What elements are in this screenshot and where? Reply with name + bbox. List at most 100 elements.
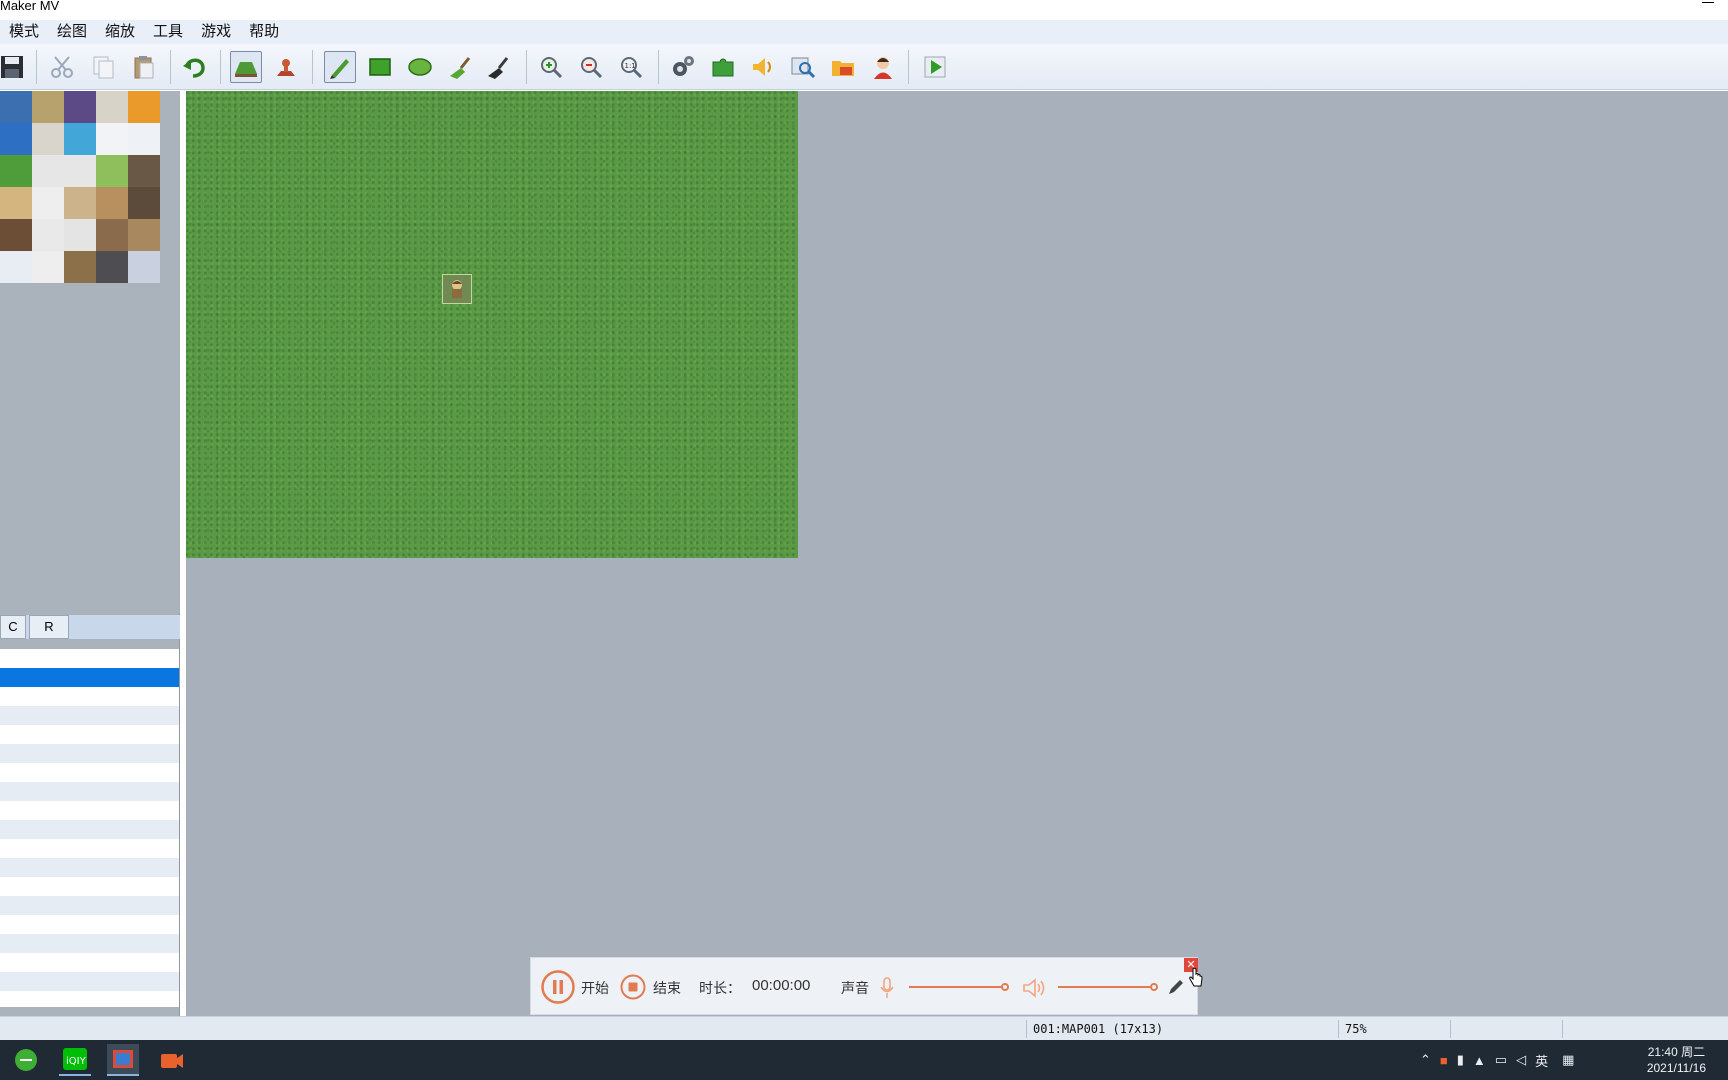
- speaker-volume-slider[interactable]: [1058, 983, 1158, 991]
- list-item[interactable]: [0, 782, 179, 801]
- slider-handle[interactable]: [1001, 983, 1009, 991]
- event-searcher-button[interactable]: [787, 51, 819, 83]
- tile[interactable]: [128, 91, 160, 123]
- database-button[interactable]: [667, 51, 699, 83]
- taskbar-app-iqiyi[interactable]: iQIY: [59, 1044, 91, 1076]
- list-item[interactable]: [0, 896, 179, 915]
- microphone-tray-icon[interactable]: ▮: [1457, 1052, 1464, 1068]
- tile[interactable]: [32, 251, 64, 283]
- tile[interactable]: [96, 187, 128, 219]
- flood-fill-button[interactable]: [444, 51, 476, 83]
- playtest-button[interactable]: [919, 51, 951, 83]
- tile[interactable]: [128, 219, 160, 251]
- copy-button[interactable]: [88, 51, 120, 83]
- minimize-button[interactable]: [1702, 2, 1714, 3]
- map-list[interactable]: [0, 649, 179, 1007]
- ellipse-button[interactable]: [404, 51, 436, 83]
- menu-game[interactable]: 游戏: [192, 20, 240, 44]
- clock[interactable]: 21:40 周二 2021/11/16: [1647, 1044, 1706, 1076]
- tile[interactable]: [96, 123, 128, 155]
- menu-tools[interactable]: 工具: [144, 20, 192, 44]
- ime-indicator[interactable]: 英: [1535, 1051, 1548, 1070]
- event-mode-button[interactable]: [270, 51, 302, 83]
- resource-manager-button[interactable]: [827, 51, 859, 83]
- list-item[interactable]: [0, 953, 179, 972]
- list-item[interactable]: [0, 744, 179, 763]
- keyboard-grid-icon[interactable]: ▦: [1562, 1052, 1574, 1068]
- tile[interactable]: [0, 187, 32, 219]
- list-item[interactable]: [0, 725, 179, 744]
- list-item[interactable]: [0, 877, 179, 896]
- tile[interactable]: [0, 91, 32, 123]
- shadow-pen-button[interactable]: [482, 51, 514, 83]
- taskbar-app-browser[interactable]: [10, 1044, 42, 1076]
- menu-help[interactable]: 帮助: [240, 20, 288, 44]
- tile[interactable]: [64, 155, 96, 187]
- list-item-selected[interactable]: [0, 668, 179, 687]
- list-item[interactable]: [0, 706, 179, 725]
- tile-palette[interactable]: [0, 91, 164, 283]
- tile[interactable]: [32, 155, 64, 187]
- zoom-out-button[interactable]: [575, 51, 607, 83]
- rectangle-button[interactable]: [364, 51, 396, 83]
- network-icon[interactable]: ▭: [1495, 1052, 1507, 1068]
- taskbar-app-rpg-maker[interactable]: [107, 1044, 139, 1076]
- tile[interactable]: [32, 187, 64, 219]
- menu-mode[interactable]: 模式: [0, 20, 48, 44]
- tile[interactable]: [32, 219, 64, 251]
- tile[interactable]: [0, 123, 32, 155]
- paste-button[interactable]: [128, 51, 160, 83]
- menu-draw[interactable]: 绘图: [48, 20, 96, 44]
- map-canvas[interactable]: [186, 91, 1728, 1016]
- tile[interactable]: [96, 155, 128, 187]
- tile[interactable]: [64, 251, 96, 283]
- list-item[interactable]: [0, 934, 179, 953]
- tile[interactable]: [64, 219, 96, 251]
- map-area[interactable]: [186, 91, 798, 558]
- tab-c[interactable]: C: [0, 615, 26, 639]
- tile[interactable]: [32, 91, 64, 123]
- list-item[interactable]: [0, 839, 179, 858]
- tile[interactable]: [128, 251, 160, 283]
- tile[interactable]: [128, 155, 160, 187]
- undo-button[interactable]: [178, 51, 210, 83]
- menu-scale[interactable]: 缩放: [96, 20, 144, 44]
- map-mode-button[interactable]: [230, 51, 262, 83]
- character-generator-button[interactable]: [867, 51, 899, 83]
- chevron-up-icon[interactable]: ⌃: [1420, 1052, 1431, 1068]
- tile[interactable]: [128, 123, 160, 155]
- tile[interactable]: [32, 123, 64, 155]
- tile[interactable]: [64, 187, 96, 219]
- list-item[interactable]: [0, 858, 179, 877]
- list-item[interactable]: [0, 763, 179, 782]
- microphone-icon[interactable]: [879, 977, 895, 999]
- save-button[interactable]: [0, 51, 28, 83]
- list-item[interactable]: [0, 649, 179, 668]
- stop-button[interactable]: [620, 974, 646, 1000]
- tile[interactable]: [0, 155, 32, 187]
- cut-button[interactable]: [46, 51, 78, 83]
- event-marker[interactable]: [442, 274, 472, 304]
- microphone-volume-slider[interactable]: [909, 983, 1009, 991]
- list-item[interactable]: [0, 801, 179, 820]
- recorder-tray-icon[interactable]: ■: [1440, 1053, 1448, 1068]
- notification-icon[interactable]: ▲: [1473, 1053, 1486, 1068]
- tile[interactable]: [128, 187, 160, 219]
- list-item[interactable]: [0, 820, 179, 839]
- tile[interactable]: [64, 91, 96, 123]
- slider-handle[interactable]: [1150, 983, 1158, 991]
- pen-icon[interactable]: [1167, 978, 1185, 996]
- pencil-button[interactable]: [324, 51, 356, 83]
- taskbar-app-recorder[interactable]: [156, 1044, 188, 1076]
- tile[interactable]: [64, 123, 96, 155]
- sound-test-button[interactable]: [747, 51, 779, 83]
- stop-label[interactable]: 结束: [653, 978, 681, 998]
- tile[interactable]: [0, 251, 32, 283]
- tile[interactable]: [96, 91, 128, 123]
- speaker-icon[interactable]: [1022, 977, 1046, 999]
- tile[interactable]: [0, 219, 32, 251]
- pause-button[interactable]: [541, 970, 575, 1004]
- list-item[interactable]: [0, 972, 179, 991]
- volume-icon[interactable]: ◁: [1516, 1052, 1526, 1068]
- tile[interactable]: [96, 219, 128, 251]
